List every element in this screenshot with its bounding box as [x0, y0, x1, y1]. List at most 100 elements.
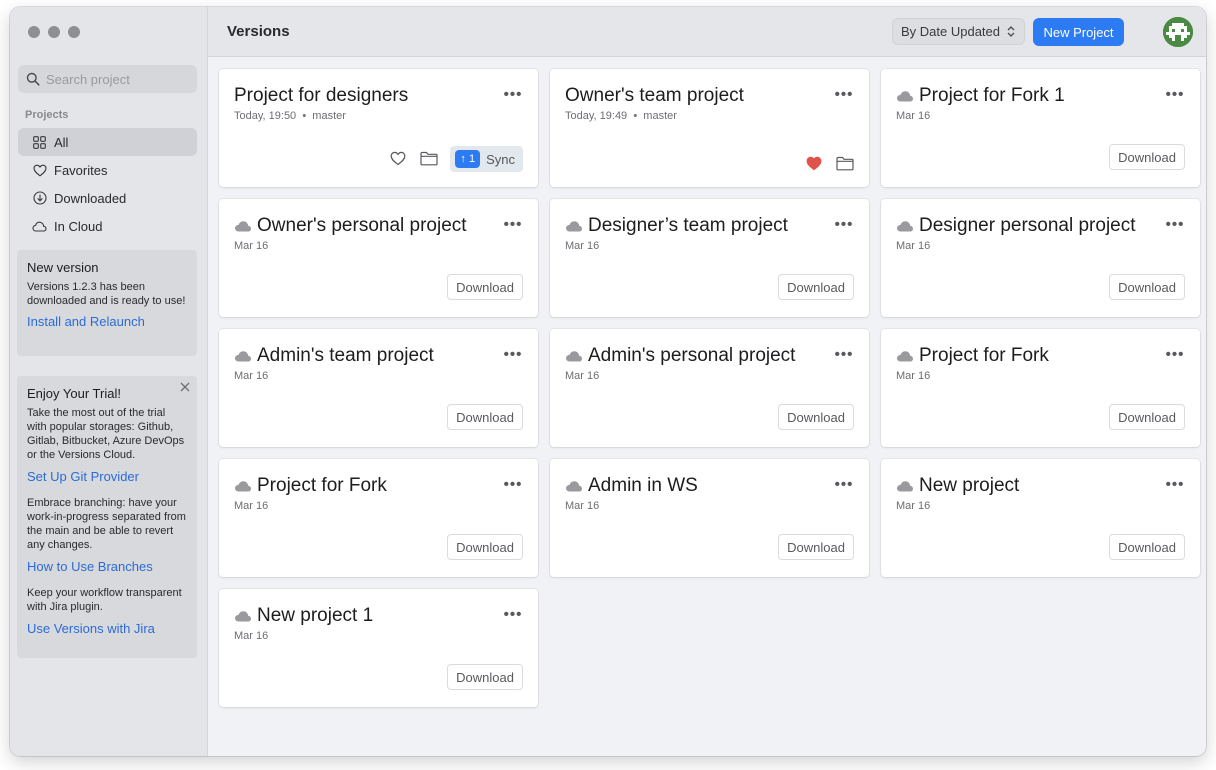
project-date: Mar 16 [896, 500, 931, 512]
trial-panel: Enjoy Your Trial! Take the most out of t… [17, 376, 197, 658]
search-input[interactable] [46, 71, 186, 87]
heart-icon[interactable] [390, 151, 408, 167]
project-date: Mar 16 [565, 370, 600, 382]
download-button[interactable]: Download [778, 274, 854, 300]
folder-icon[interactable] [836, 156, 854, 172]
more-options-icon[interactable]: ••• [1166, 345, 1184, 363]
sidebar-item-favorites[interactable]: Favorites [18, 156, 197, 184]
project-card[interactable]: New project Mar 16 ••• Download [881, 459, 1200, 577]
project-branch: master [312, 110, 346, 122]
project-card[interactable]: Admin in WS Mar 16 ••• Download [550, 459, 869, 577]
more-options-icon[interactable]: ••• [1166, 475, 1184, 493]
project-card[interactable]: Project for Fork Mar 16 ••• Download [881, 329, 1200, 447]
minimize-window-button[interactable] [48, 26, 60, 38]
close-icon[interactable] [179, 381, 191, 393]
folder-icon[interactable] [420, 151, 439, 167]
project-name: Admin's team project [234, 345, 434, 367]
project-grid: Project for designers Today, 19:50 • mas… [219, 69, 1200, 707]
more-options-icon[interactable]: ••• [504, 215, 522, 233]
download-button[interactable]: Download [447, 534, 523, 560]
cloud-icon [234, 480, 252, 492]
cloud-icon [234, 610, 252, 622]
set-up-git-provider-link[interactable]: Set Up Git Provider [27, 469, 187, 484]
sidebar-item-label: All [54, 134, 69, 150]
avatar[interactable] [1163, 17, 1193, 47]
project-title: Designer’s team project [588, 215, 788, 236]
project-date: Today, 19:49 [565, 110, 628, 122]
more-options-icon[interactable]: ••• [1166, 85, 1184, 103]
project-card[interactable]: Owner's personal project Mar 16 ••• Downloa… [219, 199, 538, 317]
more-options-icon[interactable]: ••• [504, 605, 522, 623]
project-card[interactable]: Project for designers Today, 19:50 • mas… [219, 69, 538, 187]
sidebar: Projects All Favorites Downloaded In Clo… [10, 7, 208, 756]
more-options-icon[interactable]: ••• [504, 345, 522, 363]
chevron-up-down-icon [1007, 25, 1015, 38]
project-card[interactable]: Designer’s team project Mar 16 ••• Download [550, 199, 869, 317]
more-options-icon[interactable]: ••• [835, 85, 853, 103]
project-name: Owner's personal project [234, 215, 467, 237]
trial-tip-text: Take the most out of the trial with popu… [27, 407, 185, 461]
sidebar-item-in-cloud[interactable]: In Cloud [18, 212, 197, 240]
project-date: Mar 16 [896, 110, 931, 122]
more-options-icon[interactable]: ••• [835, 475, 853, 493]
search-box[interactable] [18, 65, 197, 93]
download-button[interactable]: Download [447, 404, 523, 430]
download-button[interactable]: Download [1109, 534, 1185, 560]
project-card[interactable]: Designer personal project Mar 16 ••• Downlo… [881, 199, 1200, 317]
download-button[interactable]: Download [1109, 274, 1185, 300]
project-actions [794, 156, 854, 172]
project-card[interactable]: New project 1 Mar 16 ••• Download [219, 589, 538, 707]
meta-separator: • [302, 110, 307, 122]
project-title: Owner's personal project [257, 215, 467, 236]
trial-title: Enjoy Your Trial! [27, 386, 121, 401]
project-title: Designer personal project [919, 215, 1136, 236]
sidebar-item-all[interactable]: All [18, 128, 197, 156]
sync-button[interactable]: ↑ 1 Sync [450, 146, 523, 172]
how-to-use-branches-link[interactable]: How to Use Branches [27, 559, 187, 574]
more-options-icon[interactable]: ••• [1166, 215, 1184, 233]
download-button[interactable]: Download [778, 404, 854, 430]
download-button[interactable]: Download [447, 274, 523, 300]
project-name: New project [896, 475, 1019, 497]
project-name: Designer’s team project [565, 215, 788, 237]
sync-label: Sync [486, 151, 515, 167]
sidebar-item-downloaded[interactable]: Downloaded [18, 184, 197, 212]
cloud-icon [896, 90, 914, 102]
project-card[interactable]: Project for Fork 1 Mar 16 ••• Download [881, 69, 1200, 187]
download-circle-icon [32, 191, 47, 206]
zoom-window-button[interactable] [68, 26, 80, 38]
project-title: Admin's personal project [588, 345, 796, 366]
project-card[interactable]: Owner's team project Today, 19:49 • mast… [550, 69, 869, 187]
download-button[interactable]: Download [778, 534, 854, 560]
download-button[interactable]: Download [1109, 404, 1185, 430]
project-date: Mar 16 [565, 500, 600, 512]
project-card[interactable]: Project for Fork Mar 16 ••• Download [219, 459, 538, 577]
sync-count-badge: ↑ 1 [455, 150, 481, 168]
project-card[interactable]: Admin's team project Mar 16 ••• Download [219, 329, 538, 447]
more-options-icon[interactable]: ••• [835, 345, 853, 363]
install-relaunch-link[interactable]: Install and Relaunch [27, 314, 187, 329]
more-options-icon[interactable]: ••• [504, 85, 522, 103]
project-meta: Today, 19:49 • master [565, 110, 677, 122]
toolbar: Versions By Date Updated New Project [208, 7, 1206, 57]
sidebar-item-label: Favorites [54, 162, 108, 178]
more-options-icon[interactable]: ••• [504, 475, 522, 493]
project-name: Project for Fork [896, 345, 1049, 367]
download-button[interactable]: Download [447, 664, 523, 690]
new-project-button[interactable]: New Project [1033, 18, 1124, 46]
close-window-button[interactable] [28, 26, 40, 38]
more-options-icon[interactable]: ••• [835, 215, 853, 233]
project-name: Project for Fork 1 [896, 85, 1065, 107]
cloud-icon [234, 220, 252, 232]
heart-filled-icon[interactable] [806, 156, 824, 172]
project-title: Project for Fork [257, 475, 387, 496]
project-date: Mar 16 [565, 240, 600, 252]
cloud-icon [234, 350, 252, 362]
project-meta: Today, 19:50 • master [234, 110, 346, 122]
download-button[interactable]: Download [1109, 144, 1185, 170]
project-date: Mar 16 [896, 370, 931, 382]
project-name: New project 1 [234, 605, 373, 627]
use-versions-with-jira-link[interactable]: Use Versions with Jira [27, 621, 187, 636]
project-card[interactable]: Admin's personal project Mar 16 ••• Downloa… [550, 329, 869, 447]
sort-select[interactable]: By Date Updated [892, 18, 1025, 45]
